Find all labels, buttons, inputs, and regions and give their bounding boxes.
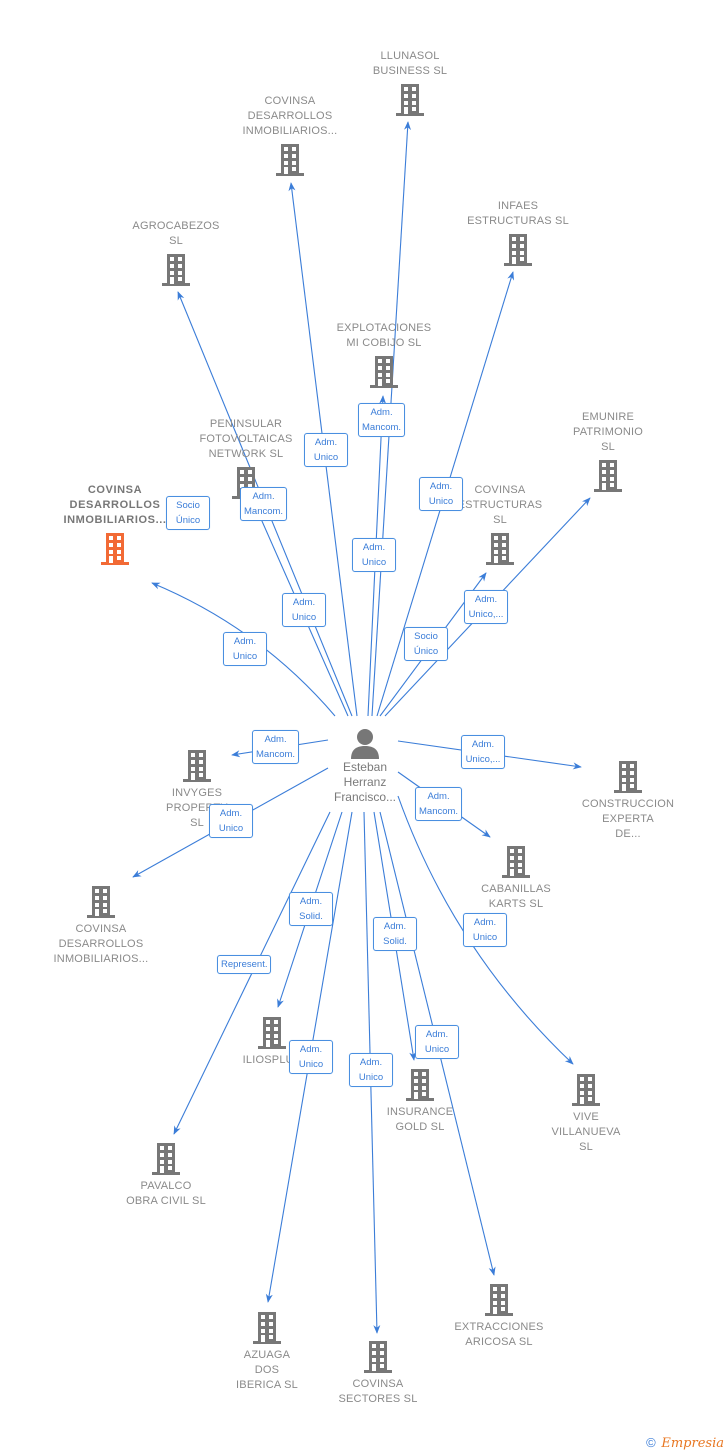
company-node-construccion[interactable]: CONSTRUCCION EXPERTA DE... xyxy=(563,760,693,842)
edge-label-agrocabezos[interactable]: Adm. Unico xyxy=(282,593,326,627)
company-name: COVINSA DESARROLLOS INMOBILIARIOS... xyxy=(63,484,167,526)
edge-label-iliosplus[interactable]: Adm. Solid. xyxy=(289,892,333,926)
building-icon xyxy=(396,84,424,116)
edge-label-covinsa-des-main[interactable]: Socio Único xyxy=(166,496,210,530)
edge-label-cabanillas[interactable]: Adm. Mancom. xyxy=(415,787,463,821)
footer-brand: © Empresia xyxy=(646,1435,724,1451)
edge-label-peninsular[interactable]: Adm. Mancom. xyxy=(240,487,288,521)
building-icon xyxy=(276,144,304,176)
company-node-infaes[interactable]: INFAES ESTRUCTURAS SL xyxy=(453,199,583,267)
company-name: COVINSA SECTORES SL xyxy=(338,1378,418,1405)
edge-label-covinsa-des-main[interactable]: Adm. Unico xyxy=(223,632,267,666)
building-icon xyxy=(258,1017,286,1049)
edge-label-covinsa-des-1[interactable]: Adm. Unico xyxy=(304,433,348,467)
person-node-center[interactable]: Esteban Herranz Francisco... xyxy=(315,728,415,805)
company-node-covinsa-des-1[interactable]: COVINSA DESARROLLOS INMOBILIARIOS... xyxy=(225,94,355,177)
edge-label-llunasol[interactable]: Adm. Mancom. xyxy=(358,403,406,437)
edge-label-explotaciones[interactable]: Adm. Unico xyxy=(352,538,396,572)
edge-label-covinsa-sectores[interactable]: Adm. Unico xyxy=(349,1053,393,1087)
building-icon xyxy=(253,1312,281,1344)
company-name: EXTRACCIONES ARICOSA SL xyxy=(454,1321,544,1348)
company-name: EMUNIRE PATRIMONIO SL xyxy=(572,411,644,453)
company-node-pavalco[interactable]: PAVALCO OBRA CIVIL SL xyxy=(101,1142,231,1209)
edge-label-emunire[interactable]: Socio Único xyxy=(404,627,448,661)
person-name: Esteban Herranz Francisco... xyxy=(333,760,396,804)
building-icon xyxy=(87,886,115,918)
company-node-covinsa-des-2[interactable]: COVINSA DESARROLLOS INMOBILIARIOS... xyxy=(36,885,166,967)
edge-label-construccion[interactable]: Adm. Unico,... xyxy=(461,735,505,769)
copyright-symbol: © xyxy=(646,1435,656,1450)
company-node-covinsa-des-main[interactable]: COVINSA DESARROLLOS INMOBILIARIOS... xyxy=(50,483,180,566)
building-icon xyxy=(364,1341,392,1373)
company-name: COVINSA DESARROLLOS INMOBILIARIOS... xyxy=(53,923,149,965)
building-icon xyxy=(183,750,211,782)
brand-logo[interactable]: Empresia xyxy=(661,1436,724,1451)
company-node-explotaciones[interactable]: EXPLOTACIONES MI COBIJO SL xyxy=(319,321,449,389)
edge-label-covinsa-estructuras[interactable]: Adm. Unico,... xyxy=(464,590,508,624)
building-icon xyxy=(485,1284,513,1316)
company-node-emunire[interactable]: EMUNIRE PATRIMONIO SL xyxy=(543,410,673,493)
company-name: EXPLOTACIONES MI COBIJO SL xyxy=(336,322,432,349)
building-icon xyxy=(370,356,398,388)
building-icon xyxy=(162,254,190,286)
edge-label-covinsa-des-2[interactable]: Adm. Unico xyxy=(209,804,253,838)
building-icon xyxy=(594,460,622,492)
company-node-extracciones[interactable]: EXTRACCIONES ARICOSA SL xyxy=(434,1283,564,1350)
company-name: AGROCABEZOS SL xyxy=(132,220,220,247)
edge-label-infaes[interactable]: Adm. Unico xyxy=(419,477,463,511)
building-icon xyxy=(504,234,532,266)
building-icon xyxy=(502,846,530,878)
company-name: VIVE VILLANUEVA SL xyxy=(551,1111,621,1153)
building-icon xyxy=(486,533,514,565)
company-node-vive[interactable]: VIVE VILLANUEVA SL xyxy=(521,1073,651,1155)
person-icon xyxy=(351,729,379,759)
edge-label-azuaga[interactable]: Adm. Unico xyxy=(289,1040,333,1074)
company-name: LLUNASOL BUSINESS SL xyxy=(372,50,448,77)
company-name: PENINSULAR FOTOVOLTAICAS NETWORK SL xyxy=(199,418,293,460)
building-icon xyxy=(101,533,129,565)
edge-label-pavalco[interactable]: Represent. xyxy=(217,955,272,974)
company-node-covinsa-sectores[interactable]: COVINSA SECTORES SL xyxy=(313,1340,443,1407)
building-icon xyxy=(406,1069,434,1101)
company-name: PAVALCO OBRA CIVIL SL xyxy=(126,1180,206,1207)
company-node-cabanillas[interactable]: CABANILLAS KARTS SL xyxy=(451,845,581,912)
building-icon xyxy=(572,1074,600,1106)
edge-label-insurance[interactable]: Adm. Solid. xyxy=(373,917,417,951)
edge-label-vive[interactable]: Adm. Unico xyxy=(463,913,507,947)
building-icon xyxy=(614,761,642,793)
edge-label-invyges[interactable]: Adm. Mancom. xyxy=(252,730,300,764)
company-name: INSURANCE GOLD SL xyxy=(386,1106,454,1133)
company-node-agrocabezos[interactable]: AGROCABEZOS SL xyxy=(111,219,241,287)
company-name: INFAES ESTRUCTURAS SL xyxy=(467,200,569,227)
building-icon xyxy=(152,1143,180,1175)
edge-label-extracciones[interactable]: Adm. Unico xyxy=(415,1025,459,1059)
company-name: CABANILLAS KARTS SL xyxy=(481,883,551,910)
company-node-llunasol[interactable]: LLUNASOL BUSINESS SL xyxy=(345,49,475,117)
company-name: CONSTRUCCION EXPERTA DE... xyxy=(581,798,675,840)
company-name: COVINSA DESARROLLOS INMOBILIARIOS... xyxy=(242,95,338,137)
